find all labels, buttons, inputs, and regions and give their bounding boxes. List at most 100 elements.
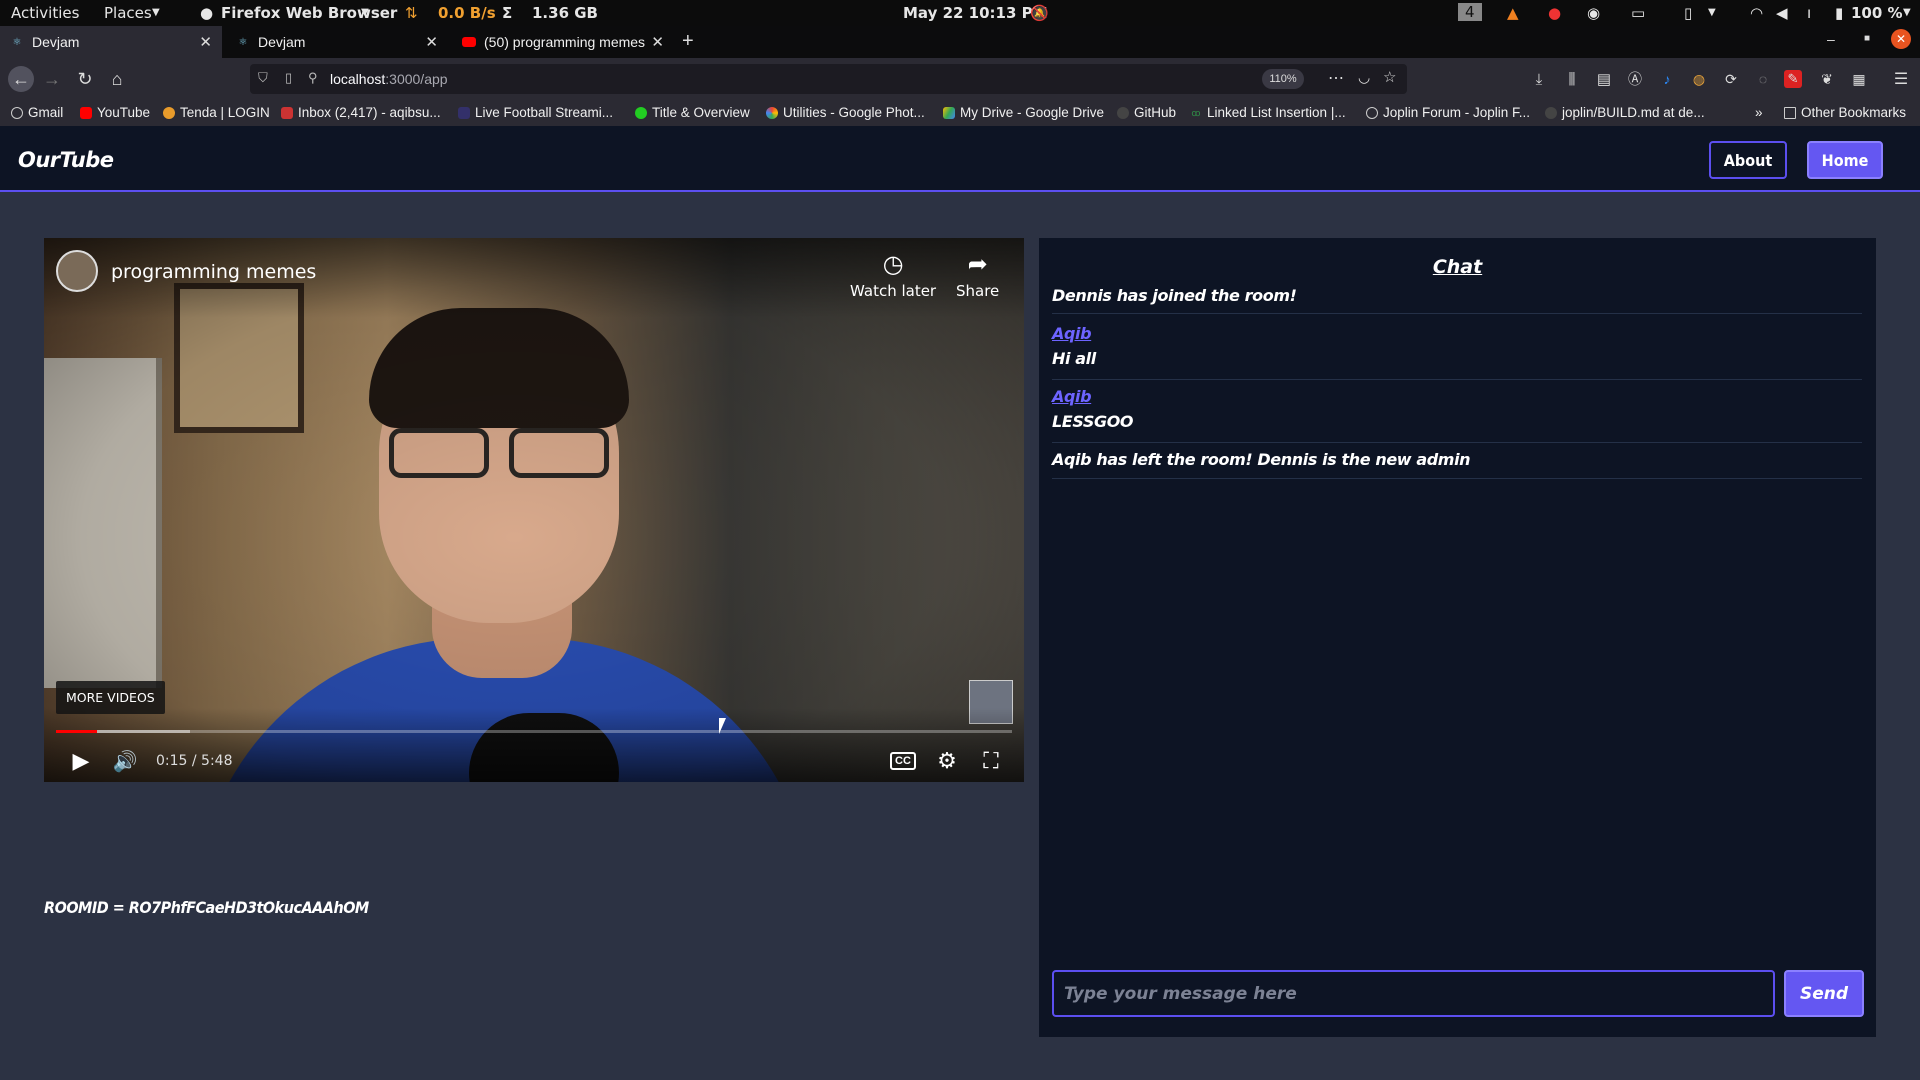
home-icon[interactable]: ⌂ <box>106 68 128 90</box>
clipboard-icon[interactable]: ▯ <box>1684 4 1692 22</box>
window-close-button[interactable]: ✕ <box>1891 29 1911 49</box>
home-button[interactable]: Home <box>1807 141 1883 179</box>
tab-devjam-2[interactable]: ⚛ Devjam ✕ <box>226 26 448 58</box>
reload-button[interactable]: ↻ <box>74 68 96 90</box>
bookmark-github[interactable]: GitHub <box>1117 105 1176 120</box>
chat-message: Aqib Hi all <box>1052 324 1862 380</box>
pocket-icon[interactable]: ◡ <box>1358 69 1370 86</box>
more-actions-icon[interactable]: ⋯ <box>1328 68 1344 88</box>
bookmark-label: Linked List Insertion |... <box>1207 105 1346 120</box>
tab-title: Devjam <box>32 34 80 50</box>
bookmarks-overflow-icon[interactable]: » <box>1755 105 1763 120</box>
workspace-indicator[interactable]: 4 <box>1458 3 1482 21</box>
react-icon: ⚛ <box>12 36 22 48</box>
extension-red-icon[interactable]: ✎ <box>1784 70 1802 88</box>
extension-grid-icon[interactable]: ▦ <box>1848 68 1870 90</box>
battery-level: 100 % <box>1851 4 1903 22</box>
send-button[interactable]: Send <box>1784 970 1864 1017</box>
close-icon[interactable]: ✕ <box>199 33 212 51</box>
bookmark-google-drive[interactable]: My Drive - Google Drive <box>943 105 1104 120</box>
volume-icon[interactable]: ◀ <box>1776 4 1788 22</box>
extension-color-icon[interactable]: ◍ <box>1688 68 1710 90</box>
bookmark-joplin-build[interactable]: joplin/BUILD.md at de... <box>1545 105 1705 120</box>
extension-circle-icon[interactable]: ◌ <box>1752 68 1774 90</box>
watch-later-button[interactable]: ◷ Watch later <box>850 250 936 300</box>
back-button[interactable]: ← <box>8 66 34 92</box>
clock[interactable]: May 22 10:13 PM <box>903 4 1048 22</box>
bookmark-label: Other Bookmarks <box>1801 105 1907 120</box>
brand-logo[interactable]: OurTube <box>18 148 114 172</box>
chat-message: Aqib has left the room! Dennis is the ne… <box>1052 450 1862 479</box>
extension-a-icon[interactable]: Ⓐ <box>1624 68 1646 90</box>
discord-icon[interactable]: ◉ <box>1587 4 1600 22</box>
tab-devjam-1[interactable]: ⚛ Devjam ✕ <box>0 26 222 58</box>
places-menu[interactable]: Places <box>104 4 152 22</box>
maximize-button[interactable]: ■ <box>1864 33 1870 44</box>
chat-message: Aqib LESSGOO <box>1052 387 1862 443</box>
channel-avatar[interactable] <box>56 250 98 292</box>
message-input[interactable] <box>1052 970 1775 1017</box>
permissions-icon[interactable]: ⚲ <box>308 70 318 86</box>
play-icon[interactable]: ▶ <box>68 748 94 774</box>
firefox-icon: ● <box>200 4 214 22</box>
bookmark-label: Tenda | LOGIN <box>180 105 270 120</box>
download-icon[interactable]: ⤓ <box>1528 68 1550 90</box>
activities-button[interactable]: Activities <box>11 4 79 22</box>
sidebar-icon[interactable]: ▤ <box>1593 68 1615 90</box>
bookmark-label: Gmail <box>28 105 64 120</box>
drive-icon <box>943 106 955 119</box>
video-player[interactable]: programming memes ◷ Watch later ➦ Share MO… <box>44 238 1024 782</box>
tab-youtube[interactable]: (50) programming memes - ✕ <box>452 26 674 58</box>
wifi-icon[interactable]: ◠ <box>1750 4 1763 22</box>
fullscreen-icon[interactable]: ⛶ <box>978 748 1004 774</box>
settings-gear-icon[interactable]: ⚙ <box>934 748 960 774</box>
url-text[interactable]: localhost:3000/app <box>330 71 448 87</box>
message-user[interactable]: Aqib <box>1052 324 1862 343</box>
close-icon[interactable]: ✕ <box>425 33 438 51</box>
chevron-down-icon: ▼ <box>1708 7 1716 18</box>
forward-button[interactable]: → <box>41 68 63 90</box>
vlc-icon[interactable]: ▲ <box>1507 4 1519 22</box>
video-time: 0:15 / 5:48 <box>156 753 233 769</box>
bookmark-star-icon[interactable]: ☆ <box>1383 68 1396 86</box>
video-title[interactable]: programming memes <box>111 261 316 283</box>
other-bookmarks[interactable]: Other Bookmarks <box>1784 105 1906 120</box>
zoom-indicator[interactable]: 110% <box>1262 69 1304 89</box>
message-user[interactable]: Aqib <box>1052 387 1862 406</box>
page-icon[interactable]: ▯ <box>285 70 292 86</box>
extension-leaf-icon[interactable]: ❦ <box>1816 68 1838 90</box>
hamburger-menu-icon[interactable]: ☰ <box>1890 68 1912 90</box>
minimize-button[interactable]: – <box>1827 31 1835 47</box>
bookmark-label: joplin/BUILD.md at de... <box>1562 105 1705 120</box>
system-top-bar: Activities Places ▼ ● Firefox Web Browse… <box>0 0 1920 26</box>
share-button[interactable]: ➦ Share <box>956 250 999 300</box>
bookmark-title-overview[interactable]: Title & Overview <box>635 105 750 120</box>
screens-icon[interactable]: ▭ <box>1631 4 1645 22</box>
bookmark-gmail[interactable]: Gmail <box>11 105 63 120</box>
app-header: OurTube About Home <box>0 126 1920 192</box>
video-vignette <box>44 238 1024 782</box>
record-icon[interactable]: ● <box>1548 4 1561 22</box>
microphone-icon[interactable]: ı <box>1807 4 1811 22</box>
library-icon[interactable]: ⫼ <box>1561 68 1583 90</box>
chevron-down-icon: ▼ <box>152 7 160 18</box>
bookmark-inbox[interactable]: Inbox (2,417) - aqibsu... <box>281 105 441 120</box>
bookmark-football[interactable]: Live Football Streami... <box>458 105 613 120</box>
extension-note-icon[interactable]: ♪ <box>1656 68 1678 90</box>
volume-icon[interactable]: 🔊 <box>112 748 138 774</box>
about-button[interactable]: About <box>1709 141 1787 179</box>
bookmark-joplin-forum[interactable]: Joplin Forum - Joplin F... <box>1366 105 1530 120</box>
mail-icon <box>281 106 293 119</box>
extension-sync-icon[interactable]: ⟳ <box>1720 68 1742 90</box>
bookmark-google-photos[interactable]: Utilities - Google Phot... <box>766 105 925 120</box>
url-bar[interactable]: ⛉ ▯ ⚲ localhost:3000/app 110% ⋯ ◡ ☆ <box>250 64 1407 94</box>
bookmark-linked-list[interactable]: ꝏ Linked List Insertion |... <box>1190 105 1346 120</box>
shield-icon[interactable]: ⛉ <box>258 70 268 86</box>
bookmark-tenda[interactable]: Tenda | LOGIN <box>163 105 270 120</box>
close-icon[interactable]: ✕ <box>651 33 664 51</box>
app-menu[interactable]: Firefox Web Browser <box>221 4 397 22</box>
captions-icon[interactable]: CC <box>890 752 916 770</box>
video-progress-bar[interactable] <box>56 730 1012 733</box>
new-tab-button[interactable]: + <box>682 30 694 53</box>
bookmark-youtube[interactable]: YouTube <box>80 105 150 120</box>
